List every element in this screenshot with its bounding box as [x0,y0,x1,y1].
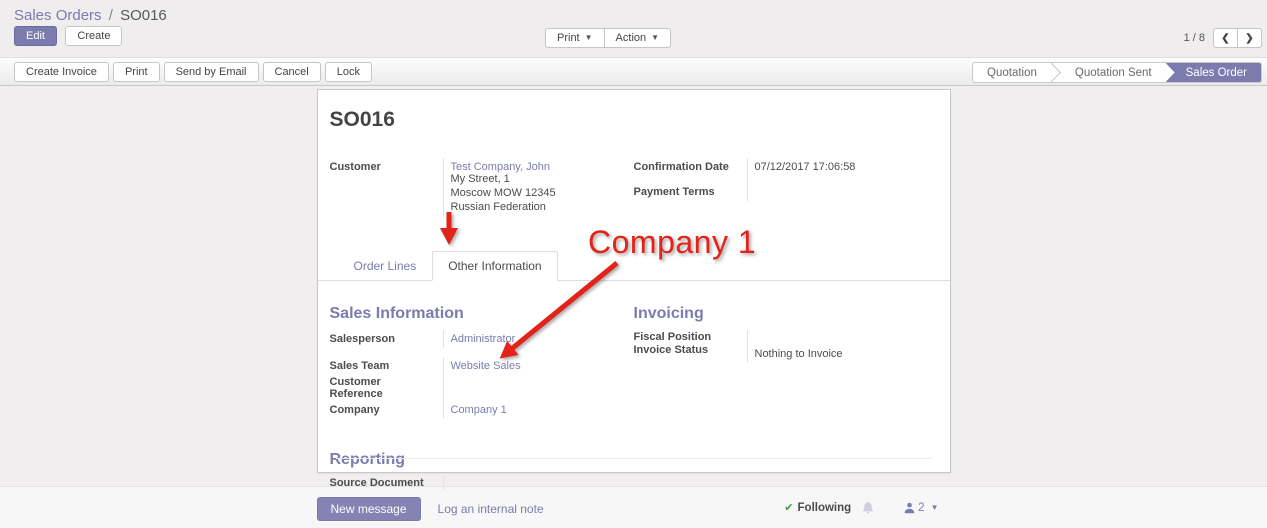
payment-terms-value [747,176,926,201]
print-dropdown-button[interactable]: Print ▼ [545,28,605,48]
follower-count: 2 [918,502,924,514]
customer-reference-value [443,375,622,401]
customer-link[interactable]: Test Company, John [451,161,550,173]
followers-dropdown[interactable]: 2 ▼ [904,502,938,514]
action-dropdown-label: Action [616,32,647,44]
reporting-title: Reporting [330,451,938,469]
customer-label: Customer [330,158,443,217]
sales-team-link[interactable]: Website Sales [451,360,521,372]
invoice-status-row: Invoice Status Nothing to Invoice [634,344,926,363]
payment-terms-label: Payment Terms [634,176,747,201]
customer-address-line: Moscow MOW 12345 [451,187,622,201]
caret-down-icon: ▼ [585,34,593,42]
sales-team-label: Sales Team [330,357,443,375]
send-by-email-button[interactable]: Send by Email [164,62,259,82]
invoice-status-value: Nothing to Invoice [747,344,926,363]
customer-reference-row: Customer Reference [330,375,622,401]
main-area: SO016 Customer Test Company, John My Str… [0,86,1267,486]
action-dropdown-button[interactable]: Action ▼ [604,28,672,48]
salesperson-row: Salesperson Administrator [330,330,622,348]
pager: 1 / 8 ❮ ❯ [1184,28,1262,48]
print-button[interactable]: Print [113,62,160,82]
pager-value: 1 / 8 [1184,32,1205,44]
breadcrumb: Sales Orders / SO016 [0,0,1267,26]
sheet-divider [336,458,932,459]
order-title: SO016 [330,108,938,132]
pager-next-button[interactable]: ❯ [1237,28,1262,48]
fiscal-position-label: Fiscal Position [634,330,747,344]
sales-information-title: Sales Information [330,305,634,323]
tab-order-lines[interactable]: Order Lines [338,251,433,281]
confirmation-date-row: Confirmation Date 07/12/2017 17:06:58 [634,158,926,176]
pager-previous-button[interactable]: ❮ [1213,28,1238,48]
sales-order-sheet: SO016 Customer Test Company, John My Str… [317,89,951,473]
top-field-groups: Customer Test Company, John My Street, 1… [330,158,938,217]
salesperson-label: Salesperson [330,330,443,348]
customer-address-line: My Street, 1 [451,173,622,187]
caret-down-icon: ▼ [931,503,939,512]
lock-button[interactable]: Lock [325,62,372,82]
breadcrumb-sales-orders[interactable]: Sales Orders [14,7,102,24]
salesperson-link[interactable]: Administrator [451,333,516,345]
statusbar: Quotation Quotation Sent Sales Order [972,62,1262,83]
breadcrumb-current: SO016 [120,7,167,24]
payment-terms-row: Payment Terms [634,176,926,201]
control-panel: Sales Orders / SO016 Edit Create Print ▼… [0,0,1267,57]
person-icon [904,502,915,514]
control-buttons-row: Edit Create Print ▼ Action ▼ 1 / 8 ❮ ❯ [0,26,1267,57]
check-icon: ✔ [784,501,793,514]
notebook-tabs: Order Lines Other Information [318,251,950,281]
status-step-quotation-sent[interactable]: Quotation Sent [1061,63,1166,82]
chevron-right-icon: ❯ [1245,33,1253,44]
customer-reference-label: Customer Reference [330,375,443,401]
edit-button[interactable]: Edit [14,26,57,46]
log-internal-note-link[interactable]: Log an internal note [438,502,544,516]
chatter: New message Log an internal note ✔ Follo… [0,486,1267,528]
print-action-group: Print ▼ Action ▼ [545,28,671,48]
status-toolbar: Create Invoice Print Send by Email Cance… [0,57,1267,86]
company-label: Company [330,401,443,419]
invoice-status-label: Invoice Status [634,344,747,363]
confirmation-date-label: Confirmation Date [634,158,747,176]
following-button[interactable]: Following [798,502,852,514]
invoicing-title: Invoicing [634,305,938,323]
page: Sales Orders / SO016 Edit Create Print ▼… [0,0,1267,528]
tab-other-information[interactable]: Other Information [432,251,557,281]
chevron-left-icon: ❮ [1221,33,1229,44]
create-button[interactable]: Create [65,26,122,46]
sales-team-label [330,348,443,357]
breadcrumb-separator: / [106,7,116,24]
bell-icon[interactable] [862,501,874,514]
fiscal-position-value [747,330,926,344]
statusbar-chevron-separator [1051,63,1061,82]
fiscal-position-row: Fiscal Position [634,330,926,344]
status-step-sales-order[interactable]: Sales Order [1166,63,1261,82]
customer-field-row: Customer Test Company, John My Street, 1… [330,158,622,217]
confirmation-date-value: 07/12/2017 17:06:58 [747,158,926,176]
company-link[interactable]: Company 1 [451,404,507,416]
create-invoice-button[interactable]: Create Invoice [14,62,109,82]
print-dropdown-label: Print [557,32,580,44]
caret-down-icon: ▼ [651,34,659,42]
new-message-button[interactable]: New message [317,497,421,521]
sales-team-row: Sales Team Website Sales [330,357,622,375]
company-row: Company Company 1 [330,401,622,419]
sales-team-row [330,348,622,357]
status-step-quotation[interactable]: Quotation [973,63,1051,82]
cancel-button[interactable]: Cancel [263,62,321,82]
customer-address-line: Russian Federation [451,201,622,215]
